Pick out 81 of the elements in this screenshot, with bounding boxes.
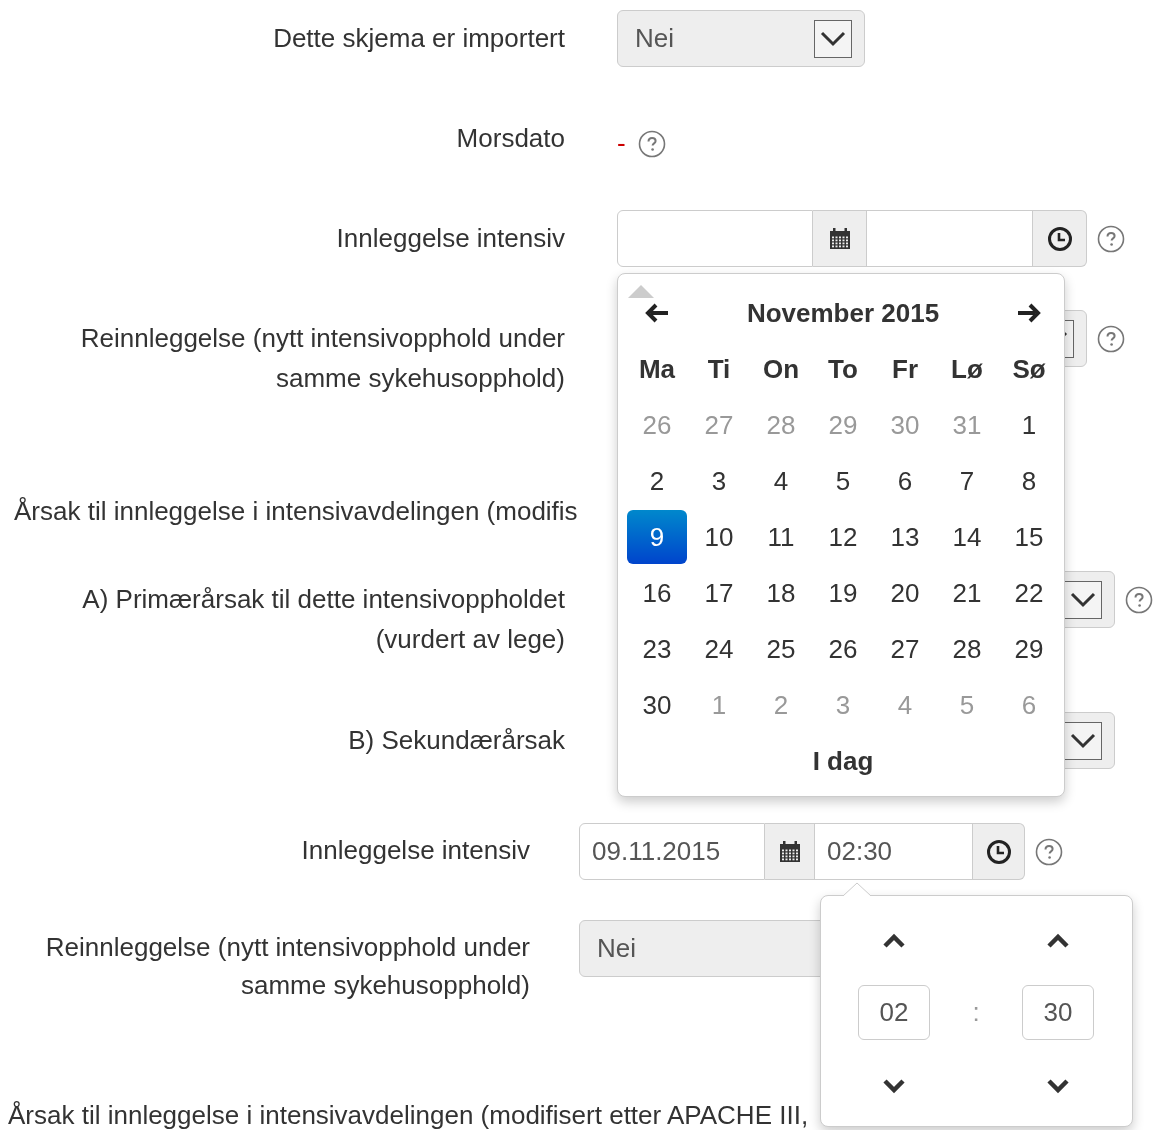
calendar-day[interactable]: 14 bbox=[937, 510, 997, 564]
field-label: Reinnleggelse (nytt intensivopphold under samme sykehusopphold) bbox=[44, 931, 530, 1002]
time-field[interactable]: 02:30 bbox=[815, 823, 973, 880]
calendar-day[interactable]: 29 bbox=[999, 622, 1059, 676]
caret-icon bbox=[820, 30, 846, 47]
hour-field[interactable]: 02 bbox=[858, 984, 930, 1040]
calendar-day[interactable]: 25 bbox=[751, 622, 811, 676]
calendar-day[interactable]: 19 bbox=[813, 566, 873, 620]
field-label: Dette skjema er importert bbox=[272, 22, 565, 55]
help-icon[interactable] bbox=[1035, 837, 1063, 866]
calendar-icon bbox=[827, 227, 852, 250]
left-arrow-icon bbox=[644, 303, 670, 323]
calendar-day[interactable]: 17 bbox=[689, 566, 749, 620]
time-separator: : bbox=[972, 995, 980, 1029]
date-field[interactable]: 09.11.2015 bbox=[579, 823, 765, 880]
clock-button[interactable] bbox=[1033, 210, 1087, 267]
chevron-down-icon bbox=[1046, 1078, 1070, 1094]
field-label: A) Primærårsak til dette intensivoppholdet (vurdert av lege) bbox=[81, 583, 565, 656]
weekday-label: To bbox=[827, 352, 859, 386]
calendar-day[interactable]: 10 bbox=[689, 510, 749, 564]
calendar-day[interactable]: 16 bbox=[627, 566, 687, 620]
field-label: Innleggelse intensiv bbox=[335, 222, 565, 255]
calendar-day[interactable]: 2 bbox=[627, 454, 687, 508]
calendar-day[interactable]: 11 bbox=[751, 510, 811, 564]
help-icon[interactable] bbox=[637, 129, 666, 158]
weekday-label: Ma bbox=[637, 352, 677, 386]
calendar-day[interactable]: 8 bbox=[999, 454, 1059, 508]
calendar-day[interactable]: 30 bbox=[627, 678, 687, 732]
pointer-icon bbox=[628, 284, 654, 298]
calendar-day[interactable]: 9 bbox=[627, 510, 687, 564]
date-field[interactable] bbox=[617, 210, 813, 267]
calendar-day[interactable]: 18 bbox=[751, 566, 811, 620]
time-field[interactable] bbox=[867, 210, 1033, 267]
weekday-label: Sø bbox=[1011, 352, 1047, 386]
caret-icon bbox=[1070, 591, 1096, 608]
chevron-up-icon bbox=[1046, 933, 1070, 949]
calendar-icon bbox=[777, 840, 802, 863]
calendar-button[interactable] bbox=[765, 823, 815, 880]
weekday-label: Ti bbox=[706, 352, 732, 386]
field-label: Innleggelse intensiv bbox=[300, 834, 530, 867]
chevron-up-icon bbox=[882, 933, 906, 949]
field-label: B) Sekundærårsak bbox=[347, 724, 565, 757]
calendar-day[interactable]: 22 bbox=[999, 566, 1059, 620]
calendar-button[interactable] bbox=[813, 210, 867, 267]
weekday-label: Fr bbox=[891, 352, 919, 386]
calendar-day[interactable]: 26 bbox=[813, 622, 873, 676]
section-heading: Årsak til innleggelse i intensivavdelingen (modifisert etter APACHE III, bbox=[7, 1100, 809, 1130]
help-icon[interactable] bbox=[1097, 224, 1125, 253]
calendar-day[interactable]: 24 bbox=[689, 622, 749, 676]
calendar-day[interactable]: 23 bbox=[627, 622, 687, 676]
help-icon[interactable] bbox=[1097, 324, 1125, 353]
calendar-day[interactable]: 27 bbox=[875, 622, 935, 676]
weekday-label: Lø bbox=[950, 352, 984, 386]
select-field[interactable]: Nei bbox=[617, 10, 865, 67]
calendar-day[interactable]: 20 bbox=[875, 566, 935, 620]
clock-icon bbox=[1046, 225, 1073, 252]
clock-button[interactable] bbox=[973, 823, 1025, 880]
calendar-day[interactable]: 28 bbox=[937, 622, 997, 676]
month-title[interactable]: November 2015 bbox=[688, 285, 998, 341]
value-text: - bbox=[617, 127, 626, 160]
section-heading: Årsak til innleggelse i intensivavdelingen (modifis bbox=[13, 496, 578, 526]
field-label: Morsdato bbox=[455, 122, 565, 155]
calendar-day[interactable]: 1 bbox=[999, 398, 1059, 452]
right-arrow-icon bbox=[1016, 303, 1042, 323]
calendar-day[interactable]: 4 bbox=[751, 454, 811, 508]
field-label: Reinnleggelse (nytt intensivopphold under samme sykehusopphold) bbox=[79, 322, 565, 395]
calendar-day[interactable]: 7 bbox=[937, 454, 997, 508]
caret-icon bbox=[1070, 732, 1096, 749]
calendar-day[interactable]: 3 bbox=[689, 454, 749, 508]
clock-icon bbox=[985, 838, 1012, 865]
calendar-day[interactable]: 13 bbox=[875, 510, 935, 564]
chevron-down-icon bbox=[882, 1078, 906, 1094]
weekday-label: On bbox=[761, 352, 801, 386]
calendar-day[interactable]: 15 bbox=[999, 510, 1059, 564]
minute-field[interactable]: 30 bbox=[1022, 984, 1094, 1040]
calendar-day[interactable]: 12 bbox=[813, 510, 873, 564]
calendar-day[interactable]: 5 bbox=[813, 454, 873, 508]
calendar-day[interactable]: 21 bbox=[937, 566, 997, 620]
calendar-day[interactable]: 6 bbox=[875, 454, 935, 508]
today-button[interactable]: I dag bbox=[626, 733, 1060, 789]
help-icon[interactable] bbox=[1125, 585, 1153, 614]
